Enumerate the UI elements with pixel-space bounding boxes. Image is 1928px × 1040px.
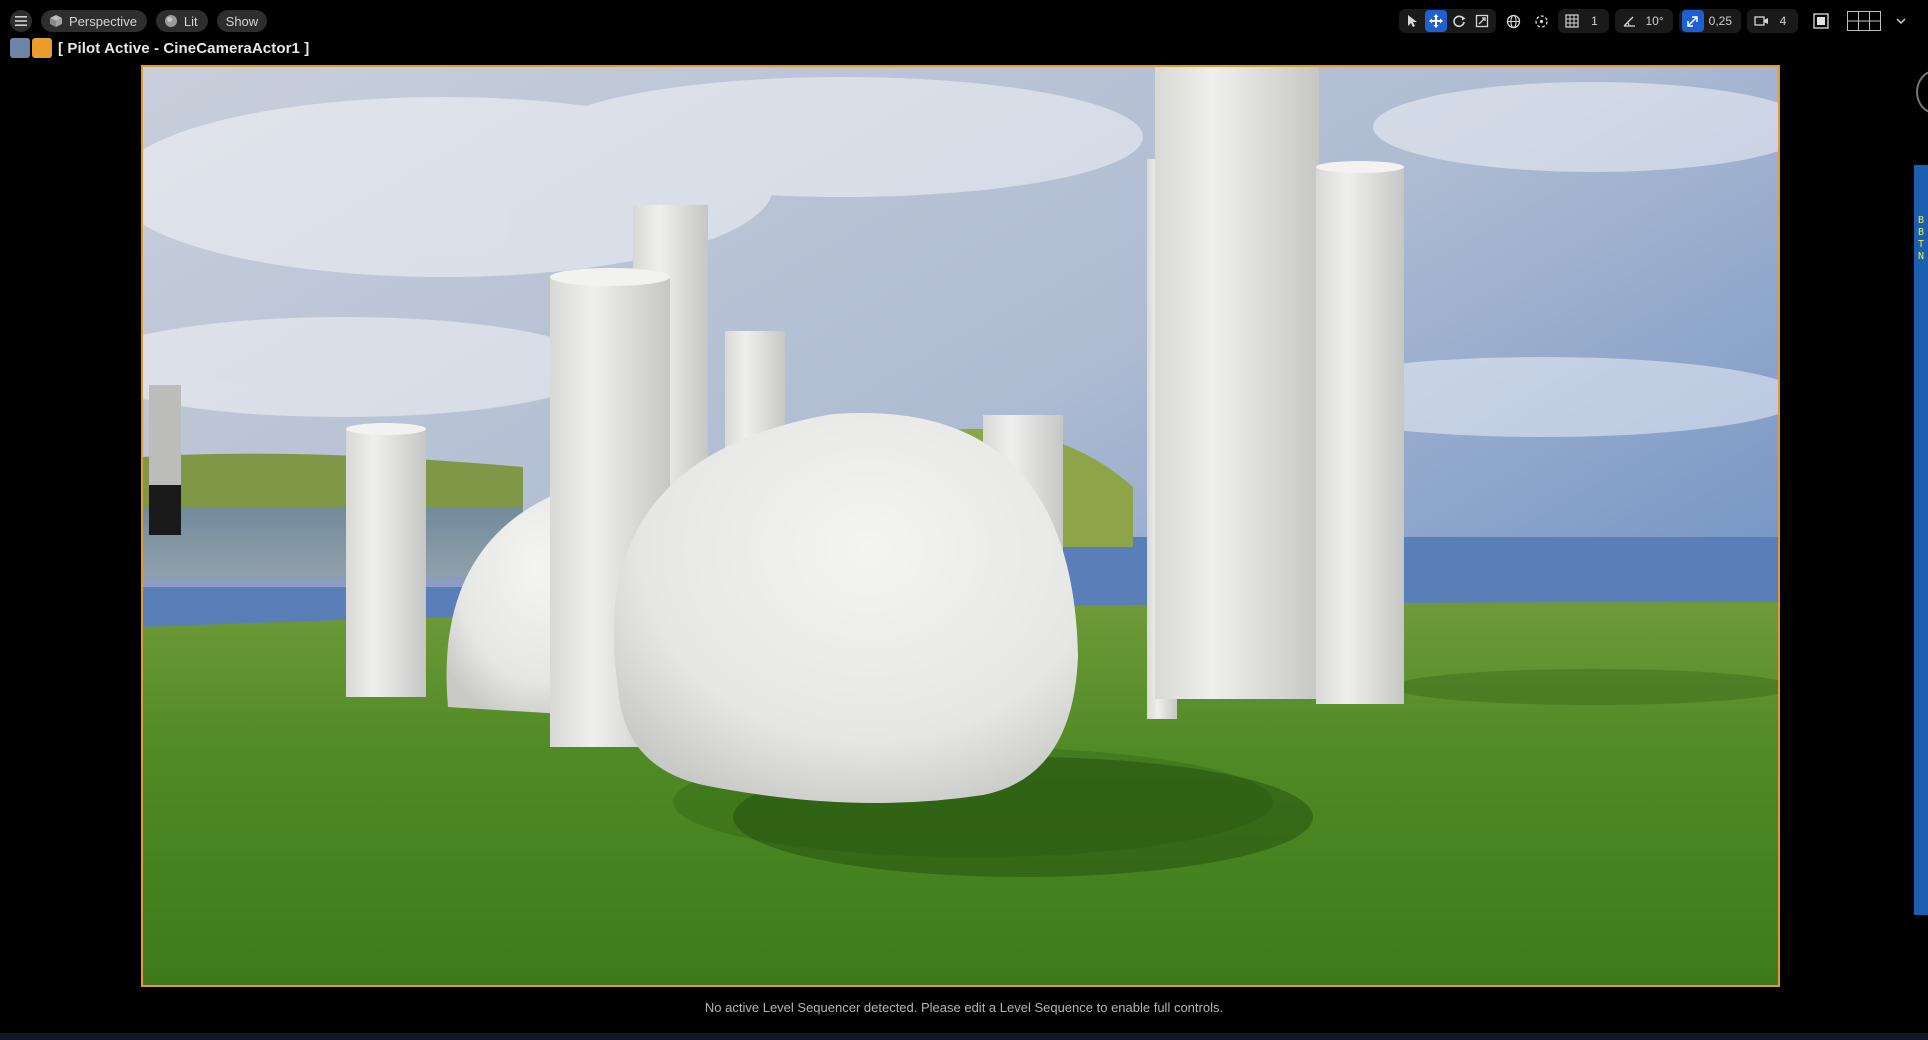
scene-render	[143, 67, 1778, 985]
grid-size-value[interactable]: 1	[1584, 10, 1606, 32]
angle-icon	[1624, 16, 1636, 27]
scale-snap-group: 0,25	[1678, 9, 1741, 33]
select-tool-button[interactable]	[1402, 10, 1424, 32]
lit-button[interactable]: Lit	[155, 10, 208, 32]
grid-icon	[1565, 14, 1580, 28]
translate-tool-button[interactable]	[1425, 10, 1448, 32]
pilot-bar: [ Pilot Active - CineCameraActor1 ]	[10, 38, 309, 58]
world-space-button[interactable]	[1502, 10, 1524, 32]
cursor-icon	[1408, 15, 1418, 27]
side-letter: B	[1918, 227, 1925, 238]
chevron-down-icon	[1896, 18, 1906, 25]
maximize-icon	[1813, 13, 1829, 29]
side-panel-circle-icon[interactable]	[1916, 70, 1928, 114]
side-letter: N	[1918, 251, 1925, 262]
scale-snap-toggle[interactable]	[1681, 10, 1704, 32]
viewport-menu-button[interactable]	[10, 10, 32, 32]
taskbar-edge	[0, 1033, 1928, 1040]
scale-snap-value[interactable]: 0,25	[1705, 10, 1738, 32]
camera-speed-toggle[interactable]	[1750, 10, 1772, 32]
rotate-icon	[1453, 15, 1466, 28]
camera-speed-group: 4	[1747, 9, 1798, 33]
pilot-icons[interactable]	[10, 38, 52, 58]
rotation-snap-toggle[interactable]	[1618, 10, 1640, 32]
scale-snap-icon	[1687, 15, 1698, 27]
hamburger-icon	[15, 16, 27, 26]
side-letter: T	[1918, 239, 1925, 250]
perspective-button[interactable]: Perspective	[41, 10, 147, 32]
rotate-tool-button[interactable]	[1448, 10, 1470, 32]
scale-icon	[1476, 14, 1489, 28]
viewport-toolbar: Perspective Lit Show 1 10° 0,25 4	[0, 0, 1928, 42]
level-viewport[interactable]	[141, 65, 1780, 987]
maximize-viewport-button[interactable]	[1810, 10, 1832, 32]
rotation-snap-value[interactable]: 10°	[1641, 10, 1669, 32]
side-panel-edge: B B T N	[1910, 0, 1928, 1040]
layout-dropdown-button[interactable]	[1890, 10, 1912, 32]
camera-speed-value[interactable]: 4	[1773, 10, 1795, 32]
camera-actor-icon	[32, 38, 52, 58]
side-preview-text: B B T N	[1918, 215, 1928, 263]
lit-label: Lit	[183, 13, 198, 29]
side-preview-strip	[1914, 165, 1928, 915]
show-button[interactable]: Show	[216, 10, 268, 32]
scale-tool-button[interactable]	[1471, 10, 1493, 32]
surface-snap-button[interactable]	[1530, 10, 1552, 32]
layout-grid-icon	[1847, 11, 1881, 31]
rotation-snap-group: 10°	[1615, 9, 1673, 33]
layout-button[interactable]	[1844, 10, 1884, 32]
level-sequencer-status: No active Level Sequencer detected. Plea…	[704, 1000, 1224, 1015]
side-letter: B	[1918, 215, 1925, 226]
cube-icon	[50, 15, 62, 27]
camera-icon	[1753, 16, 1768, 26]
pilot-status-label: [ Pilot Active - CineCameraActor1 ]	[58, 39, 310, 57]
toolbar-right: 1 10° 0,25 4	[1399, 9, 1912, 33]
show-label: Show	[225, 13, 259, 29]
sphere-icon	[164, 15, 177, 27]
surface-snap-icon	[1535, 14, 1548, 28]
globe-icon	[1506, 14, 1521, 28]
grid-snap-toggle[interactable]	[1561, 10, 1583, 32]
toolbar-left: Perspective Lit Show	[10, 10, 268, 32]
editor-window: Perspective Lit Show 1 10° 0,25 4 [Pilo…	[0, 0, 1928, 1040]
transform-tools	[1399, 9, 1497, 33]
grid-snap-group: 1	[1558, 9, 1610, 33]
move-arrows-icon	[1429, 14, 1444, 28]
eject-pilot-icon[interactable]	[10, 38, 30, 58]
perspective-label: Perspective	[69, 13, 137, 29]
